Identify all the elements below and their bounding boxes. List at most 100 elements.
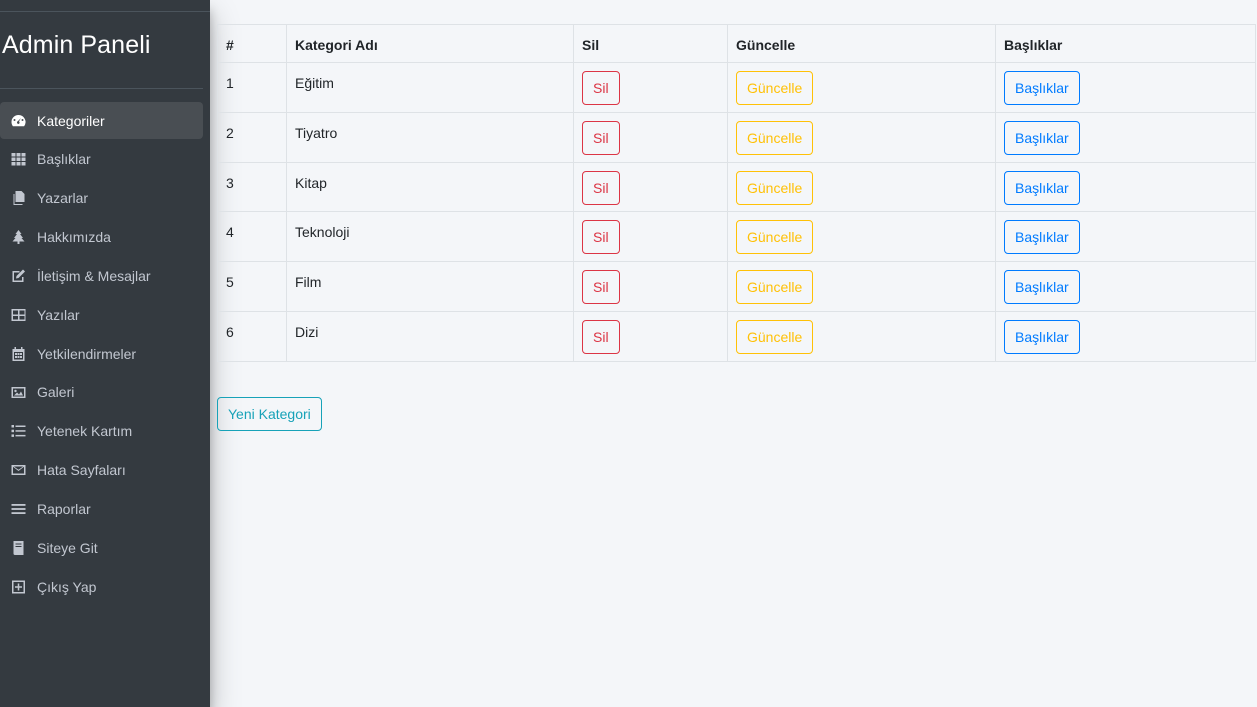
sidebar-item-hakkımızda[interactable]: Hakkımızda [0,219,203,256]
sidebar-item-i-letişim-mesajlar[interactable]: İletişim & Mesajlar [0,257,203,294]
update-cell: Güncelle [727,310,996,362]
bars-icon [10,501,27,517]
table-row: 2 Tiyatro Sil Güncelle Başlıklar [217,111,1256,163]
table-header-row: # Kategori Adı Sil Güncelle Başlıklar [217,24,1256,63]
table-row: 5 Film Sil Güncelle Başlıklar [217,261,1256,312]
delete-cell: Sil [573,161,728,213]
envelope-icon [10,462,27,478]
brand-title[interactable]: Admin Paneli [2,31,151,60]
sidebar-item-yazarlar[interactable]: Yazarlar [0,180,203,217]
sidebar-item-hata-sayfaları[interactable]: Hata Sayfaları [0,452,203,489]
sidebar-item-siteye-git[interactable]: Siteye Git [0,529,203,566]
sidebar-item-label: Çıkış Yap [37,578,97,595]
table-row: 3 Kitap Sil Güncelle Başlıklar [217,161,1256,213]
delete-button[interactable]: Sil [582,71,620,105]
tree-icon [10,229,27,245]
header-update: Güncelle [727,24,996,63]
titles-button[interactable]: Başlıklar [1004,319,1080,354]
sidebar-item-yazılar[interactable]: Yazılar [0,296,203,333]
delete-button[interactable]: Sil [582,120,620,155]
update-button[interactable]: Güncelle [736,220,814,255]
row-number: 4 [217,211,287,263]
update-button[interactable]: Güncelle [736,270,814,305]
titles-button[interactable]: Başlıklar [1004,170,1080,205]
book-icon [10,540,27,556]
row-number: 1 [217,62,287,113]
delete-button[interactable]: Sil [582,170,620,205]
update-cell: Güncelle [727,111,996,163]
delete-cell: Sil [573,62,728,113]
list-icon [10,423,27,439]
sidebar-item-label: Siteye Git [37,539,98,556]
header-titles: Başlıklar [995,24,1256,63]
sidebar-divider [0,88,203,89]
update-button[interactable]: Güncelle [736,319,814,354]
grid-icon [10,151,27,167]
titles-button[interactable]: Başlıklar [1004,220,1080,255]
category-name: Tiyatro [286,111,574,163]
update-cell: Güncelle [727,161,996,213]
update-button[interactable]: Güncelle [736,170,814,205]
sidebar-item-kategoriler[interactable]: Kategoriler [0,102,203,139]
sidebar-item-label: Yetenek Kartım [37,423,133,440]
update-cell: Güncelle [727,211,996,263]
delete-cell: Sil [573,310,728,362]
sidebar-item-label: Hata Sayfaları [37,462,126,479]
table-icon [10,307,27,323]
sidebar-item-yetkilendirmeler[interactable]: Yetkilendirmeler [0,335,203,372]
delete-cell: Sil [573,261,728,312]
delete-button[interactable]: Sil [582,270,620,305]
sidebar-item-label: Yazarlar [37,190,89,207]
sidebar-item-label: Galeri [37,384,75,401]
update-cell: Güncelle [727,62,996,113]
table-row: 1 Eğitim Sil Güncelle Başlıklar [217,62,1256,113]
sidebar-item-label: Kategoriler [37,112,105,129]
image-icon [10,384,27,400]
titles-cell: Başlıklar [995,111,1256,163]
titles-cell: Başlıklar [995,310,1256,362]
sidebar-item-raporlar[interactable]: Raporlar [0,490,203,527]
sidebar-item-label: Raporlar [37,500,91,517]
sidebar: Admin Paneli Kategoriler Başlıklar Yazarla… [0,0,210,707]
category-name: Dizi [286,310,574,362]
plus-square-icon [10,579,27,595]
header-number: # [217,24,287,63]
sidebar-item-çıkış-yap[interactable]: Çıkış Yap [0,568,203,605]
sidebar-item-galeri[interactable]: Galeri [0,374,203,411]
category-name: Film [286,261,574,312]
titles-cell: Başlıklar [995,161,1256,213]
header-delete: Sil [573,24,728,63]
row-number: 3 [217,161,287,213]
titles-button[interactable]: Başlıklar [1004,71,1080,105]
sidebar-item-label: Yetkilendirmeler [37,345,137,362]
sidebar-item-label: İletişim & Mesajlar [37,267,151,284]
sidebar-item-yetenek-kartım[interactable]: Yetenek Kartım [0,413,203,450]
calendar-icon [10,346,27,362]
new-category-button[interactable]: Yeni Kategori [217,397,322,431]
dashboard-icon [10,113,27,129]
row-number: 2 [217,111,287,163]
titles-cell: Başlıklar [995,261,1256,312]
edit-icon [10,268,27,284]
update-button[interactable]: Güncelle [736,120,814,155]
update-cell: Güncelle [727,261,996,312]
sidebar-divider [0,11,210,12]
delete-button[interactable]: Sil [582,319,620,354]
titles-button[interactable]: Başlıklar [1004,270,1080,305]
sidebar-item-başlıklar[interactable]: Başlıklar [0,141,203,178]
delete-cell: Sil [573,111,728,163]
category-name: Teknoloji [286,211,574,263]
titles-button[interactable]: Başlıklar [1004,120,1080,155]
table-row: 4 Teknoloji Sil Güncelle Başlıklar [217,211,1256,263]
copy-icon [10,190,27,206]
update-button[interactable]: Güncelle [736,71,814,105]
titles-cell: Başlıklar [995,62,1256,113]
sidebar-item-label: Yazılar [37,306,80,323]
delete-cell: Sil [573,211,728,263]
category-name: Eğitim [286,62,574,113]
categories-table-container: # Kategori Adı Sil Güncelle Başlıklar 1E… [217,24,1256,362]
sidebar-item-label: Hakkımızda [37,229,111,246]
sidebar-nav: Kategoriler Başlıklar Yazarlar Hakkımızda İl… [0,102,203,607]
row-number: 5 [217,261,287,312]
delete-button[interactable]: Sil [582,220,620,255]
